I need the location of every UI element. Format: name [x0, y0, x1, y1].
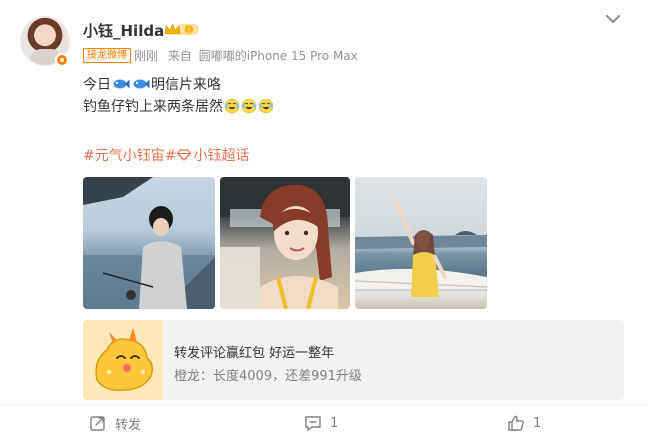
- promo-subtitle: 橙龙：长度4009，还差991升级: [174, 369, 362, 384]
- photo-2-scene: [220, 177, 350, 309]
- promo-card[interactable]: 转发评论赢红包 好运一整年 橙龙：长度4009，还差991升级: [83, 320, 624, 400]
- crown-icon: 1: [164, 23, 199, 35]
- chevron-down-icon[interactable]: [605, 12, 621, 26]
- topic-links: #元气小钰宙# 小钰超话: [83, 145, 249, 165]
- like-icon: [508, 415, 524, 431]
- weibo-post-card: 小钰_Hilda 1 接龙微博 刚刚 来自 圆嘟嘟的iPhone 15 Pro …: [0, 0, 648, 442]
- tag-label[interactable]: 接龙微博: [83, 48, 131, 63]
- post-text-line-1: 今日 明信片来咯: [83, 74, 221, 94]
- badge-level: 1: [187, 27, 191, 34]
- repost-icon: [90, 416, 105, 431]
- text-segment: 今日: [83, 77, 111, 93]
- text-segment: 钓鱼仔钓上来两条居然: [83, 99, 223, 115]
- laughing-crying-icon: [241, 98, 257, 114]
- promo-title: 转发评论赢红包 好运一整年: [174, 346, 335, 361]
- repost-button[interactable]: 转发: [89, 412, 141, 434]
- post-source: 圆嘟嘟的iPhone 15 Pro Max: [198, 49, 358, 63]
- like-button[interactable]: 1: [507, 412, 541, 434]
- text-segment: 明信片来咯: [151, 77, 221, 93]
- footer-divider: [0, 404, 648, 405]
- topic-link-2[interactable]: 小钰超话: [193, 145, 249, 165]
- post-photo-3[interactable]: [355, 177, 487, 309]
- post-time[interactable]: 刚刚: [134, 49, 158, 63]
- username[interactable]: 小钰_Hilda: [83, 20, 164, 41]
- comment-button[interactable]: 1: [304, 412, 338, 434]
- post-text-line-2: 钓鱼仔钓上来两条居然: [83, 96, 274, 116]
- post-photo-1[interactable]: [83, 177, 215, 309]
- topic-link-1[interactable]: #元气小钰宙#: [83, 145, 176, 165]
- post-photo-2[interactable]: [220, 177, 350, 309]
- laughing-crying-icon: [258, 98, 274, 114]
- comment-icon: [305, 416, 321, 431]
- fish-icon: [113, 79, 130, 89]
- source-prefix: 来自: [167, 49, 192, 63]
- like-count: 1: [533, 415, 542, 431]
- photo-1-scene: [83, 177, 215, 309]
- post-meta: 刚刚 来自 圆嘟嘟的iPhone 15 Pro Max: [134, 47, 364, 64]
- comment-count: 1: [330, 415, 339, 431]
- dragon-image: [83, 320, 163, 400]
- laughing-crying-icon: [224, 98, 240, 114]
- repost-label: 转发: [115, 417, 142, 433]
- verified-badge-icon: [55, 53, 69, 67]
- photo-3-scene: [355, 201, 487, 297]
- fish-icon: [133, 79, 150, 89]
- gem-icon: [177, 149, 192, 161]
